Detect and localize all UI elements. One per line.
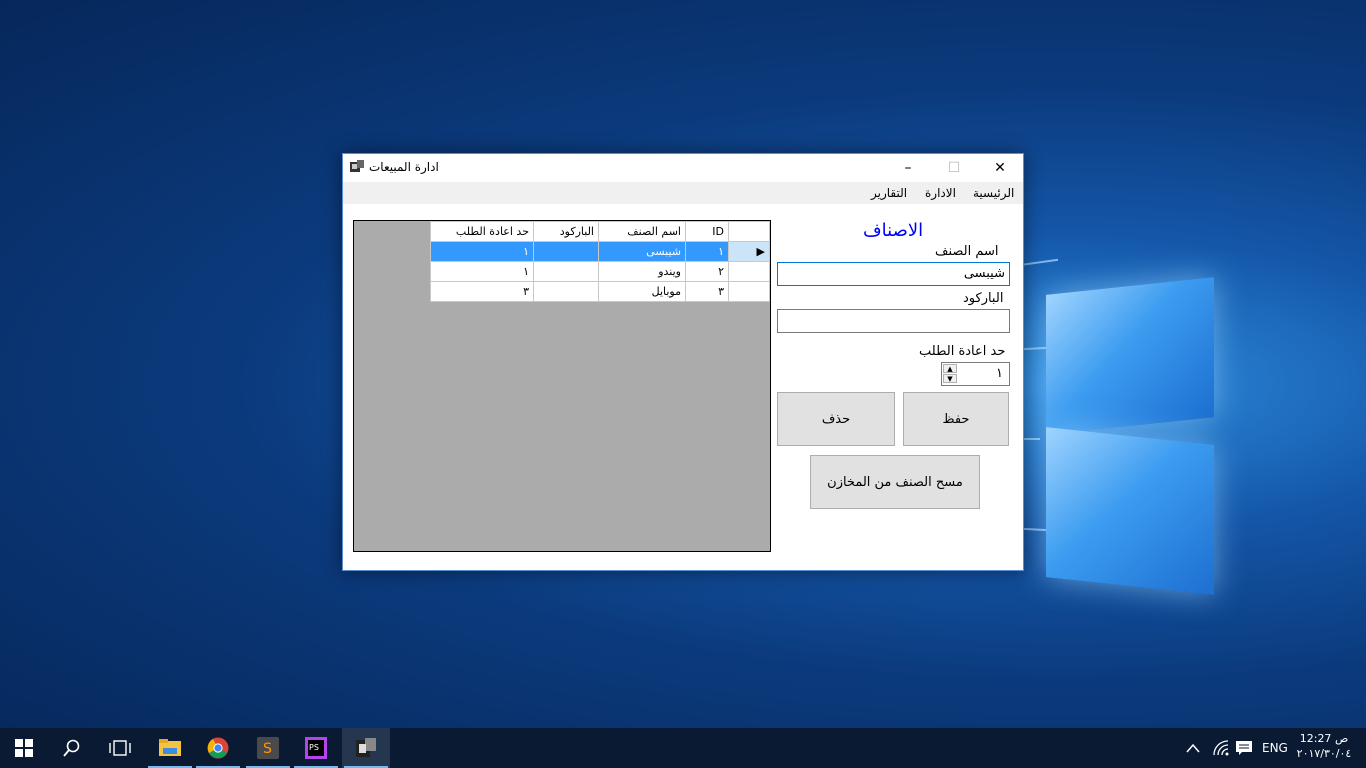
- cell-name[interactable]: ويندو: [598, 261, 686, 282]
- name-label: اسم الصنف: [935, 244, 999, 259]
- svg-text:S: S: [263, 741, 272, 757]
- language-indicator[interactable]: ENG: [1262, 728, 1288, 768]
- windows-logo-wallpaper: [610, 258, 1220, 598]
- taskbar-chrome[interactable]: [194, 728, 242, 768]
- svg-text:PS: PS: [309, 743, 319, 752]
- chrome-icon: [207, 737, 229, 759]
- cell-id[interactable]: ٢: [685, 261, 729, 282]
- network-button[interactable]: [1212, 728, 1230, 768]
- sales-app-icon: [356, 738, 376, 757]
- windows-start-icon: [15, 739, 33, 757]
- row-selector-arrow-icon[interactable]: ▶: [728, 241, 770, 262]
- taskbar-sublime-text[interactable]: S: [244, 728, 292, 768]
- start-button[interactable]: [0, 728, 48, 768]
- clock-date: ٢٠١٧/٣٠/٠٤: [1296, 747, 1352, 760]
- taskbar-phpstorm[interactable]: PS: [292, 728, 340, 768]
- table-row[interactable]: ٣ موبايل ٣: [430, 281, 770, 302]
- cell-barcode[interactable]: [533, 261, 599, 282]
- delete-button[interactable]: حذف: [777, 392, 895, 446]
- chevron-up-icon: [1186, 743, 1200, 753]
- stepper-down-icon[interactable]: ▼: [943, 374, 957, 383]
- cell-barcode[interactable]: [533, 281, 599, 302]
- clear-from-stock-button[interactable]: مسح الصنف من المخازن: [810, 455, 980, 509]
- row-selector[interactable]: [728, 261, 770, 282]
- stepper-up-icon[interactable]: ▲: [943, 364, 957, 373]
- minimize-button[interactable]: –: [885, 154, 931, 182]
- reorder-label: حد اعادة الطلب: [919, 344, 1006, 359]
- items-table: ID اسم الصنف الباركود حد اعادة الطلب ▶ ١…: [430, 221, 770, 302]
- name-input[interactable]: شيبسى: [777, 262, 1010, 286]
- menu-administration[interactable]: الادارة: [925, 186, 956, 200]
- row-selector[interactable]: [728, 281, 770, 302]
- show-hidden-icons-button[interactable]: [1186, 728, 1200, 768]
- cell-name[interactable]: موبايل: [598, 281, 686, 302]
- maximize-button[interactable]: ☐: [931, 154, 977, 182]
- cell-reorder[interactable]: ١: [430, 261, 534, 282]
- cell-id[interactable]: ٣: [685, 281, 729, 302]
- notification-icon: [1236, 741, 1252, 755]
- save-button[interactable]: حفظ: [903, 392, 1009, 446]
- reorder-stepper[interactable]: ١ ▲ ▼: [941, 362, 1010, 386]
- taskbar: S PS ENG 12:27 ص ٢٠١٧/٣٠/٠٤: [0, 728, 1366, 768]
- barcode-label: الباركود: [963, 291, 1004, 306]
- app-icon: [350, 160, 364, 172]
- taskbar-sales-app[interactable]: [342, 728, 390, 768]
- menu-reports[interactable]: التقارير: [871, 186, 907, 200]
- sublime-text-icon: S: [257, 737, 279, 759]
- action-center-button[interactable]: [1236, 728, 1252, 768]
- table-row[interactable]: ٢ ويندو ١: [430, 261, 770, 282]
- cell-reorder[interactable]: ١: [430, 241, 534, 262]
- title-bar[interactable]: ادارة المبيعات – ☐ ✕: [343, 154, 1023, 182]
- clock[interactable]: 12:27 ص ٢٠١٧/٣٠/٠٤: [1294, 731, 1354, 761]
- barcode-input[interactable]: [777, 309, 1010, 333]
- clock-time: 12:27 ص: [1299, 732, 1349, 745]
- cell-reorder[interactable]: ٣: [430, 281, 534, 302]
- taskbar-file-explorer[interactable]: [146, 728, 194, 768]
- menu-main[interactable]: الرئيسية: [973, 186, 1014, 200]
- search-icon: [63, 739, 80, 757]
- sales-management-window: ادارة المبيعات – ☐ ✕ الرئيسية الادارة ال…: [342, 153, 1024, 571]
- table-row[interactable]: ▶ ١ شيبسى ١: [430, 241, 770, 262]
- search-button[interactable]: [48, 728, 96, 768]
- phpstorm-icon: PS: [305, 737, 327, 759]
- reorder-value: ١: [996, 366, 1003, 381]
- menu-bar: الرئيسية الادارة التقارير: [343, 182, 1023, 204]
- window-title: ادارة المبيعات: [369, 160, 439, 174]
- folder-icon: [159, 739, 181, 756]
- cell-id[interactable]: ١: [685, 241, 729, 262]
- wifi-icon: [1213, 740, 1229, 756]
- close-button[interactable]: ✕: [977, 154, 1023, 182]
- cell-barcode[interactable]: [533, 241, 599, 262]
- cell-name[interactable]: شيبسى: [598, 241, 686, 262]
- task-view-icon: [109, 740, 131, 756]
- items-data-grid[interactable]: ID اسم الصنف الباركود حد اعادة الطلب ▶ ١…: [353, 220, 771, 552]
- column-header-reorder[interactable]: حد اعادة الطلب: [430, 221, 534, 242]
- column-header-barcode[interactable]: الباركود: [533, 221, 599, 242]
- column-header-name[interactable]: اسم الصنف: [598, 221, 686, 242]
- task-view-button[interactable]: [96, 728, 144, 768]
- form-title: الاصناف: [863, 220, 924, 241]
- row-header-corner: [728, 221, 770, 242]
- column-header-id[interactable]: ID: [685, 221, 729, 242]
